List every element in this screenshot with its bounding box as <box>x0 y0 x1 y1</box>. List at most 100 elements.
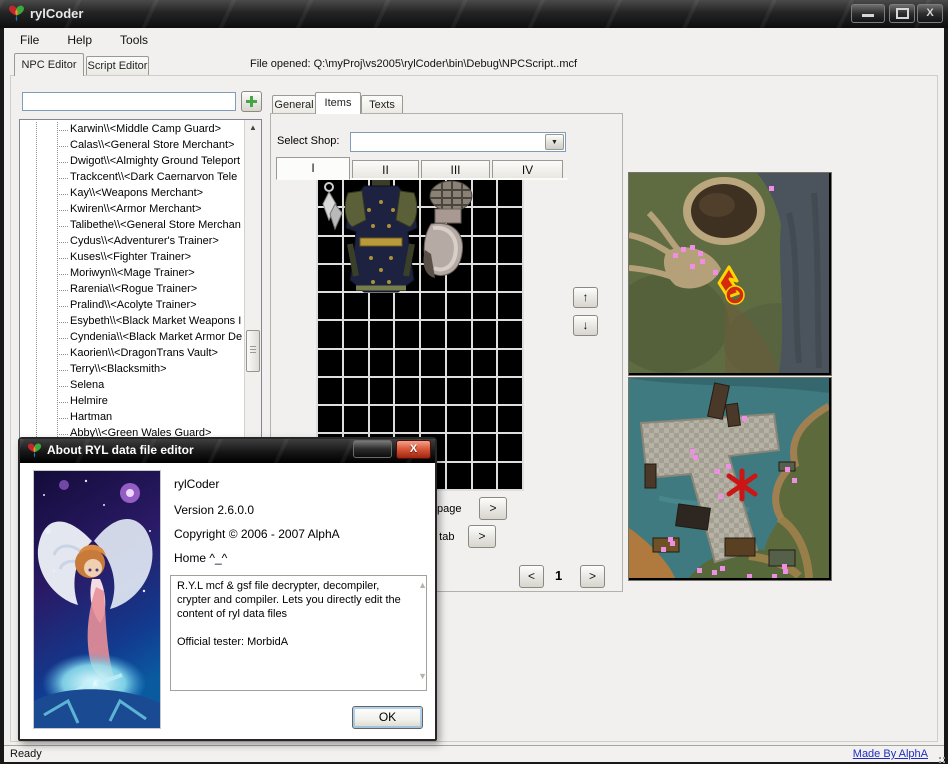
tab-script-editor[interactable]: Script Editor <box>86 56 149 76</box>
resize-grip[interactable] <box>939 757 941 759</box>
grid-cell[interactable] <box>421 180 445 206</box>
tree-item[interactable]: Dwigot\\<Almighty Ground Teleport <box>20 154 245 170</box>
about-home-link[interactable]: Home ^_^ <box>174 551 227 565</box>
tree-item[interactable]: Pralind\\<Acolyte Trainer> <box>20 298 245 314</box>
grid-cell[interactable] <box>318 208 342 234</box>
grid-cell[interactable] <box>447 265 471 291</box>
tree-item[interactable]: Hartman <box>20 410 245 426</box>
maximize-button[interactable] <box>889 4 915 23</box>
grid-cell[interactable] <box>498 208 522 234</box>
grid-cell[interactable] <box>498 265 522 291</box>
grid-cell[interactable] <box>318 406 342 432</box>
made-by-link[interactable]: Made By AlphA <box>853 748 928 760</box>
grid-cell[interactable] <box>473 208 497 234</box>
grid-cell[interactable] <box>318 265 342 291</box>
grid-cell[interactable] <box>498 463 522 489</box>
tab-general[interactable]: General <box>272 95 316 114</box>
grid-cell[interactable] <box>421 237 445 263</box>
grid-cell[interactable] <box>370 350 394 376</box>
tree-item[interactable]: Rarenia\\<Rogue Trainer> <box>20 282 245 298</box>
grid-cell[interactable] <box>344 321 368 347</box>
grid-cell[interactable] <box>395 378 419 404</box>
menu-item[interactable]: Tools <box>108 30 160 47</box>
copy-tab-button[interactable]: > <box>468 525 496 548</box>
grid-cell[interactable] <box>318 293 342 319</box>
region-map-bottom[interactable] <box>628 377 832 581</box>
grid-cell[interactable] <box>395 321 419 347</box>
grid-cell[interactable] <box>473 406 497 432</box>
grid-cell[interactable] <box>421 406 445 432</box>
grid-cell[interactable] <box>370 208 394 234</box>
shop-select[interactable]: ▼ <box>350 132 566 152</box>
grid-cell[interactable] <box>447 293 471 319</box>
grid-cell[interactable] <box>370 406 394 432</box>
grid-cell[interactable] <box>370 321 394 347</box>
shop-tab-2[interactable]: II <box>352 160 419 180</box>
grid-cell[interactable] <box>473 265 497 291</box>
grid-cell[interactable] <box>395 180 419 206</box>
minimize-button[interactable] <box>851 4 885 23</box>
move-up-button[interactable]: ↑ <box>573 287 598 308</box>
grid-cell[interactable] <box>344 265 368 291</box>
grid-cell[interactable] <box>370 265 394 291</box>
grid-cell[interactable] <box>344 406 368 432</box>
grid-cell[interactable] <box>498 293 522 319</box>
grid-cell[interactable] <box>318 378 342 404</box>
grid-cell[interactable] <box>395 208 419 234</box>
tree-item[interactable]: Kuses\\<Fighter Trainer> <box>20 250 245 266</box>
about-dialog-close-button[interactable]: X <box>396 440 431 459</box>
tab-texts[interactable]: Texts <box>361 95 403 114</box>
tree-item[interactable]: Selena <box>20 378 245 394</box>
tree-item[interactable]: Kaorien\\<DragonTrans Vault> <box>20 346 245 362</box>
grid-cell[interactable] <box>421 350 445 376</box>
tree-item[interactable]: Talibethe\\<General Store Merchan <box>20 218 245 234</box>
grid-cell[interactable] <box>395 237 419 263</box>
shop-tab-4[interactable]: IV <box>492 160 563 180</box>
tree-item[interactable]: Kay\\<Weapons Merchant> <box>20 186 245 202</box>
grid-cell[interactable] <box>498 378 522 404</box>
grid-cell[interactable] <box>344 378 368 404</box>
grid-cell[interactable] <box>318 321 342 347</box>
grid-cell[interactable] <box>498 350 522 376</box>
grid-cell[interactable] <box>318 350 342 376</box>
grid-cell[interactable] <box>344 293 368 319</box>
tab-items[interactable]: Items <box>315 92 361 114</box>
grid-cell[interactable] <box>395 406 419 432</box>
grid-cell[interactable] <box>447 208 471 234</box>
grid-cell[interactable] <box>447 350 471 376</box>
grid-cell[interactable] <box>473 350 497 376</box>
grid-cell[interactable] <box>447 434 471 460</box>
grid-cell[interactable] <box>395 265 419 291</box>
description-scroll-up-icon[interactable]: ▲ <box>418 580 427 590</box>
grid-cell[interactable] <box>473 434 497 460</box>
grid-cell[interactable] <box>473 293 497 319</box>
description-scroll-down-icon[interactable]: ▼ <box>418 671 427 681</box>
grid-cell[interactable] <box>344 350 368 376</box>
grid-cell[interactable] <box>344 208 368 234</box>
tab-npc-editor[interactable]: NPC Editor <box>14 53 84 76</box>
grid-cell[interactable] <box>370 378 394 404</box>
tree-item[interactable]: Kwiren\\<Armor Merchant> <box>20 202 245 218</box>
tree-item[interactable]: Trackcent\\<Dark Caernarvon Tele <box>20 170 245 186</box>
copy-page-button[interactable]: > <box>479 497 507 520</box>
search-button[interactable] <box>241 91 262 112</box>
grid-cell[interactable] <box>473 321 497 347</box>
scrollbar-thumb[interactable] <box>246 330 260 372</box>
menu-item[interactable]: Help <box>55 30 104 47</box>
grid-cell[interactable] <box>318 237 342 263</box>
grid-cell[interactable] <box>498 180 522 206</box>
grid-cell[interactable] <box>447 180 471 206</box>
tree-item[interactable]: Calas\\<General Store Merchant> <box>20 138 245 154</box>
grid-cell[interactable] <box>473 463 497 489</box>
tree-item[interactable]: Cydus\\<Adventurer's Trainer> <box>20 234 245 250</box>
grid-cell[interactable] <box>370 180 394 206</box>
shop-tab-1[interactable]: I <box>276 157 350 180</box>
grid-cell[interactable] <box>473 180 497 206</box>
grid-cell[interactable] <box>395 350 419 376</box>
ok-button[interactable]: OK <box>352 706 423 729</box>
about-dialog-secondary-button[interactable] <box>353 440 392 458</box>
tree-item[interactable]: Helmire <box>20 394 245 410</box>
grid-cell[interactable] <box>344 237 368 263</box>
grid-cell[interactable] <box>447 406 471 432</box>
grid-cell[interactable] <box>421 321 445 347</box>
